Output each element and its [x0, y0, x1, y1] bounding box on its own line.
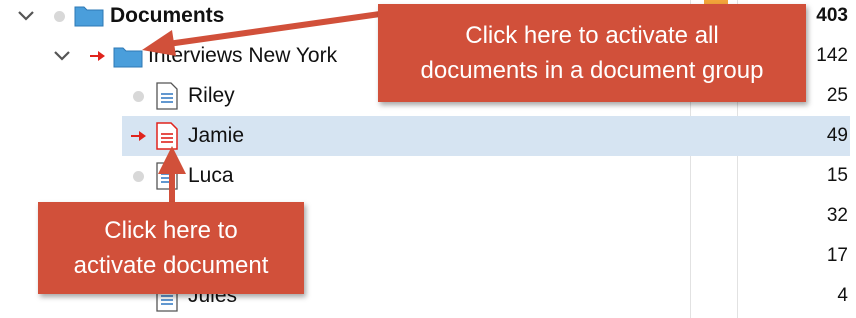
- callout-text: Click here to activate all: [465, 22, 719, 49]
- tree-root-label: Documents: [110, 4, 225, 27]
- chevron-down-icon[interactable]: [16, 6, 36, 26]
- folder-icon: [74, 6, 104, 27]
- document-count: 32: [826, 205, 848, 226]
- document-count: 49: [826, 125, 848, 146]
- tree-root-count: 403: [816, 5, 848, 26]
- callout-activate-document: Click here to activate document: [38, 202, 304, 294]
- document-icon: [156, 162, 178, 190]
- inactive-dot-icon[interactable]: [133, 91, 144, 102]
- document-label: Riley: [188, 84, 235, 107]
- tree-group-count: 142: [816, 45, 848, 66]
- document-icon: [156, 82, 178, 110]
- active-arrow-icon[interactable]: [131, 130, 147, 142]
- inactive-dot-icon[interactable]: [133, 171, 144, 182]
- tree-group-label: Interviews New York: [148, 44, 338, 67]
- chevron-down-icon[interactable]: [52, 46, 72, 66]
- callout-text: documents in a document group: [420, 57, 764, 84]
- active-arrow-icon[interactable]: [90, 50, 106, 62]
- callout-text: activate document: [73, 252, 269, 279]
- document-count: 17: [826, 245, 848, 266]
- folder-icon: [113, 47, 143, 68]
- document-count: 15: [826, 165, 848, 186]
- callout-text: Click here to: [104, 217, 238, 244]
- document-count: 25: [826, 85, 848, 106]
- tree-row-document-selected[interactable]: Jamie 49: [0, 116, 856, 156]
- document-label: Luca: [188, 164, 234, 187]
- inactive-dot-icon[interactable]: [54, 11, 65, 22]
- active-document-icon: [156, 122, 178, 150]
- document-label: Jamie: [188, 124, 245, 147]
- callout-activate-group: Click here to activate all documents in …: [378, 4, 806, 102]
- document-count: 4: [837, 285, 848, 306]
- tree-row-document[interactable]: Luca 15: [0, 156, 856, 196]
